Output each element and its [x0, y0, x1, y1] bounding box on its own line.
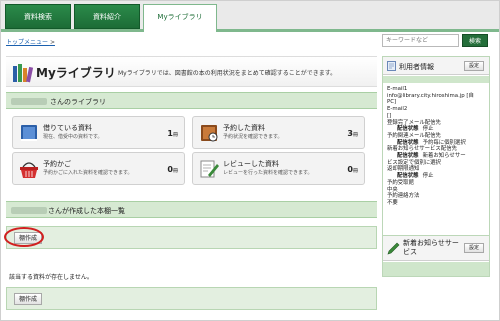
shelf-toolbar-top: 棚作成 — [6, 226, 377, 249]
news-green-strip — [383, 262, 489, 276]
user-info-line: 予約受取館 — [387, 180, 487, 187]
card-title: 予約かご — [43, 160, 71, 168]
page-description: Myライブラリでは、図書館の本の利用状況をまとめて確認することができます。 — [118, 70, 337, 77]
library-section-header: さんのライブラリ — [6, 92, 377, 109]
tab-introduction[interactable]: 資料紹介 — [74, 4, 140, 29]
user-info-value: 新着お知らせサービス配信先 — [387, 146, 457, 153]
user-info-details: E-mail1 info@library.city.hiroshima.jp [自… — [387, 86, 487, 207]
library-section-title: さんのライブラリ — [50, 98, 106, 106]
page-frame: 資料検索 資料紹介 Myライブラリ トップメニュー > 検索 Myライブラリ M… — [0, 0, 500, 321]
card-description: レビューを行った資料を確認できます。 — [223, 170, 313, 176]
review-pen-icon — [200, 160, 219, 178]
user-info-value: 予約受取館 — [387, 179, 414, 186]
search-input[interactable] — [382, 34, 459, 47]
page-title-box: Myライブラリ Myライブラリでは、図書館の本の利用状況をまとめて確認することが… — [6, 56, 377, 87]
user-info-line: E-mail2 — [387, 106, 487, 113]
user-info-value: 予約連絡方法 — [387, 193, 420, 200]
breadcrumb: トップメニュー > — [6, 37, 55, 46]
news-settings-button[interactable]: 設定 — [464, 243, 484, 253]
user-info-line: PC] — [387, 99, 487, 106]
user-info-line: E-mail1 — [387, 86, 487, 93]
empty-message: 該当する資料が存在しません。 — [9, 274, 93, 281]
user-info-value: 停止 — [422, 126, 434, 133]
user-info-line: 不要 — [387, 200, 487, 207]
reserved-book-icon — [201, 125, 218, 142]
user-info-line: 予約連絡方法 — [387, 193, 487, 200]
card-count: 0冊 — [167, 165, 178, 174]
shelf-section-header: さんが作成した本棚一覧 — [6, 201, 377, 218]
card-title: 借りている資料 — [43, 124, 92, 132]
user-info-value: ビス設定で個別に選択 — [387, 159, 441, 166]
user-info-value: PC] — [387, 99, 397, 106]
card-description: 現在、借受中の資料です。 — [43, 134, 103, 140]
user-info-title: 利用者情報 — [399, 63, 434, 71]
card-count: 0冊 — [347, 165, 358, 174]
card-description: 予約かごに入れた資料を確認できます。 — [43, 170, 133, 176]
reservation-basket-card[interactable]: 予約かご 予約かごに入れた資料を確認できます。 0冊 — [12, 152, 185, 185]
tab-my-library[interactable]: Myライブラリ — [143, 4, 217, 32]
card-title: レビューした資料 — [223, 160, 279, 168]
reserved-items-card[interactable]: 予約した資料 予約状況を確認できます。 3冊 — [192, 116, 365, 149]
news-service-header: 新着お知らせサービス 設定 — [383, 236, 489, 261]
user-info-value: 返却期限通知 — [387, 166, 420, 173]
reviewed-items-card[interactable]: レビューした資料 レビューを行った資料を確認できます。 0冊 — [192, 152, 365, 185]
user-info-line: 配信状態 停止 — [387, 173, 487, 180]
redacted-user-name — [11, 207, 47, 214]
page-title: Myライブラリ — [36, 66, 116, 80]
card-count: 1冊 — [167, 129, 178, 138]
borrowed-items-card[interactable]: 借りている資料 現在、借受中の資料です。 1冊 — [12, 116, 185, 149]
document-icon — [387, 61, 396, 71]
user-info-value: 予約毎に個別選択 — [422, 139, 466, 146]
user-info-value: 不要 — [387, 199, 398, 206]
user-info-panel: 利用者情報 設定 E-mail1 info@library.city.hirosh… — [382, 56, 490, 242]
user-info-line: 予約関連メール配信先 — [387, 133, 487, 140]
news-service-title: 新着お知らせサービス — [403, 239, 459, 256]
pencil-icon — [387, 242, 400, 255]
card-description: 予約状況を確認できます。 — [223, 134, 283, 140]
user-info-settings-button[interactable]: 設定 — [464, 61, 484, 71]
user-info-value: 登録完了メール配信先 — [387, 119, 441, 126]
user-info-header: 利用者情報 設定 — [383, 57, 489, 75]
delivery-status-label: 配信状態 — [397, 173, 419, 180]
user-info-value: [] — [387, 112, 392, 119]
books-icon — [13, 64, 34, 83]
redacted-user-name — [11, 98, 47, 105]
user-info-value: E-mail2 — [387, 106, 408, 113]
delivery-status-label: 配信状態 — [397, 139, 419, 146]
basket-icon — [20, 162, 38, 178]
card-title: 予約した資料 — [223, 124, 265, 132]
user-info-value: 中央 — [387, 186, 398, 193]
delivery-status-label: 配信状態 — [397, 153, 419, 160]
breadcrumb-separator: > — [49, 39, 55, 46]
top-navigation: 資料検索 資料紹介 Myライブラリ — [1, 1, 499, 32]
book-icon — [21, 125, 37, 141]
user-info-value: info@library.city.hiroshima.jp [自 — [387, 92, 474, 99]
user-info-line: info@library.city.hiroshima.jp [自 — [387, 93, 487, 100]
user-info-value: E-mail1 — [387, 86, 408, 92]
user-info-line: 配信状態 停止 — [387, 126, 487, 133]
highlight-circle — [4, 227, 44, 247]
shelf-toolbar-bottom: 棚作成 — [6, 287, 377, 310]
breadcrumb-top-link[interactable]: トップメニュー — [6, 39, 48, 46]
user-info-value: 新着お知らせサー — [422, 153, 466, 160]
user-info-green-strip — [383, 76, 489, 83]
search-button[interactable]: 検索 — [462, 34, 488, 47]
tab-search[interactable]: 資料検索 — [5, 4, 71, 29]
user-info-line: 配信状態 新着お知らせサー — [387, 153, 487, 160]
news-service-panel: 新着お知らせサービス 設定 — [382, 235, 490, 277]
user-info-line: [] — [387, 113, 487, 120]
user-info-value: 予約関連メール配信先 — [387, 132, 441, 139]
card-count: 3冊 — [347, 129, 358, 138]
shelf-section-title: さんが作成した本棚一覧 — [48, 207, 125, 215]
create-shelf-button-bottom[interactable]: 棚作成 — [14, 293, 42, 305]
user-info-value: 停止 — [422, 173, 434, 180]
delivery-status-label: 配信状態 — [397, 126, 419, 133]
